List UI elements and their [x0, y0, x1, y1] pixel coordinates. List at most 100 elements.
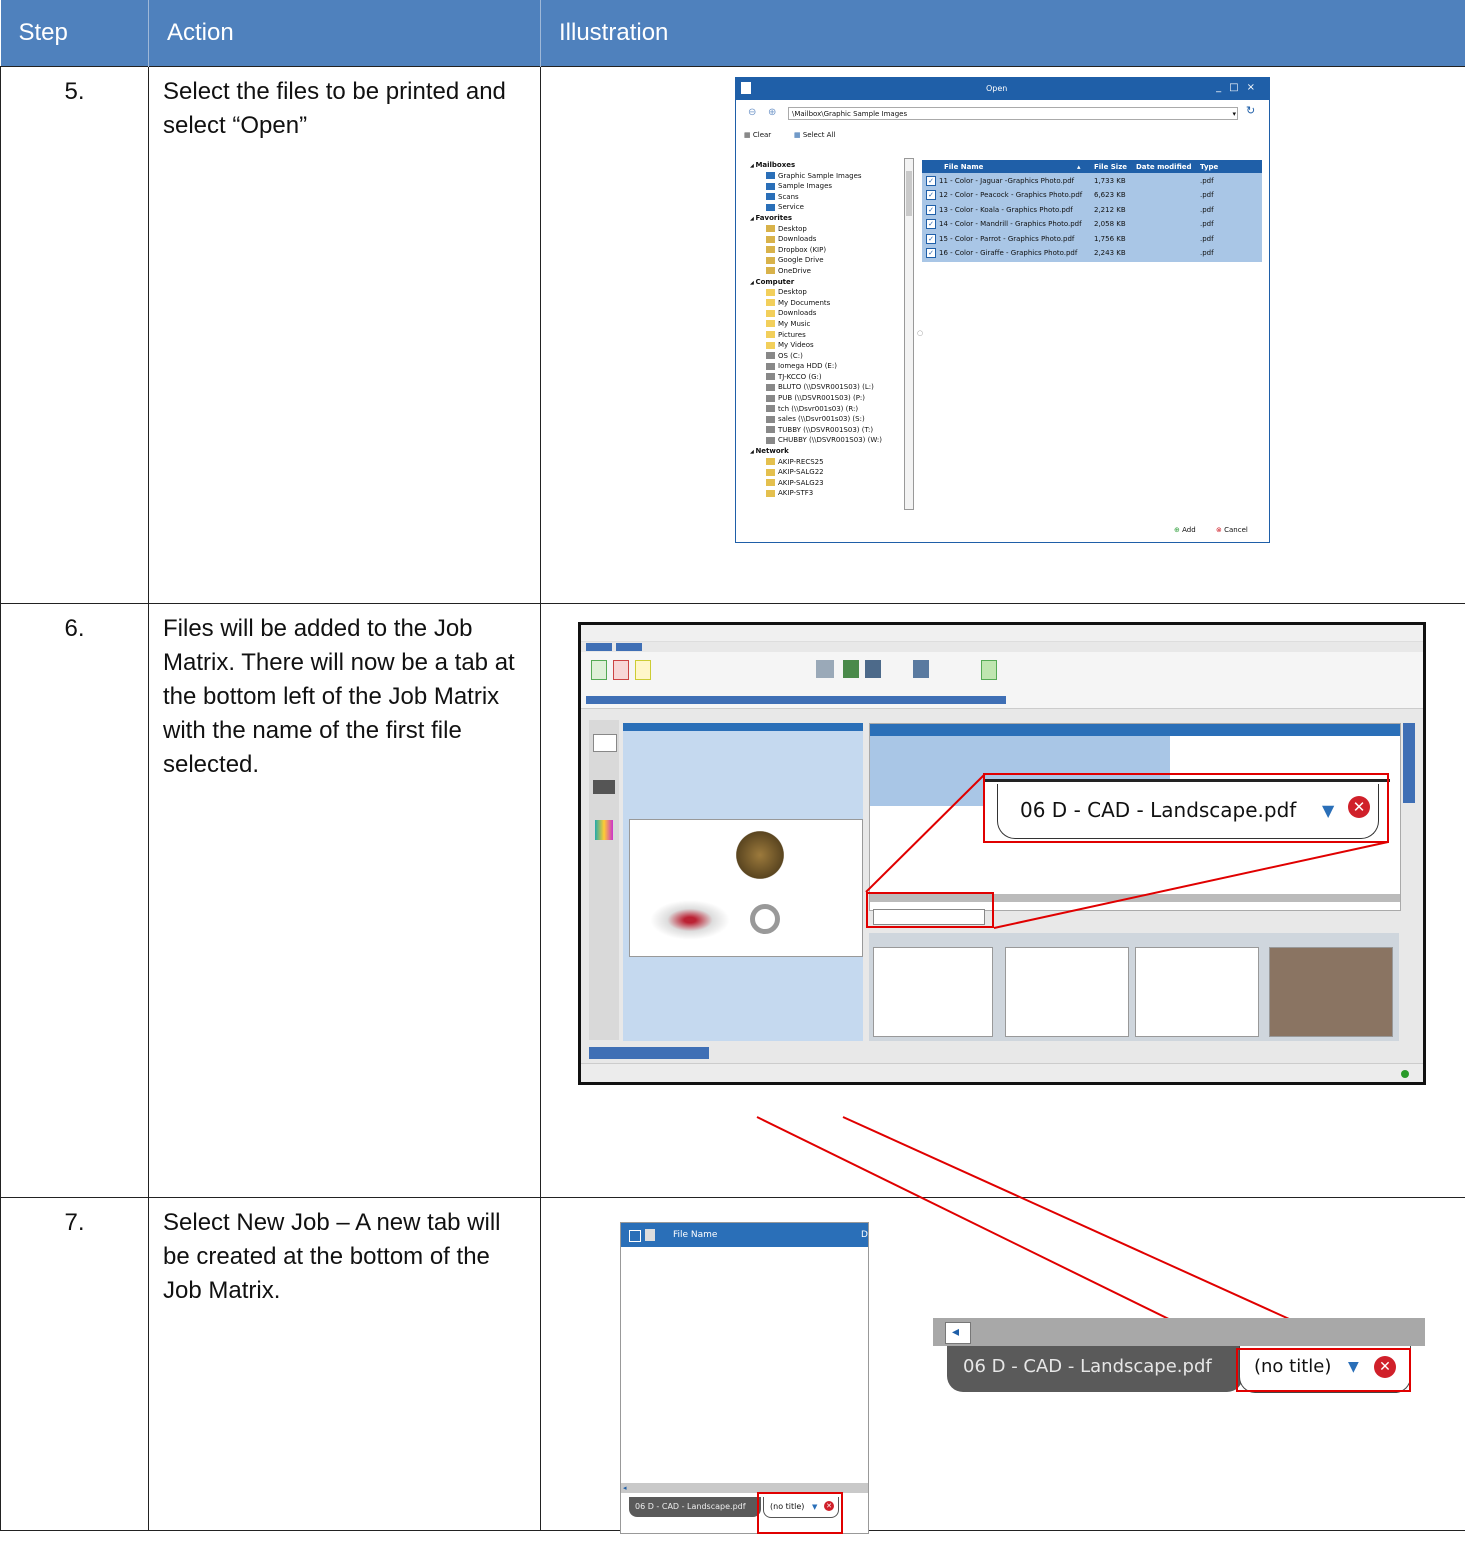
tree-item[interactable]: Downloads	[746, 234, 914, 245]
thumbnail[interactable]	[1269, 947, 1393, 1037]
tree-item[interactable]: Dropbox (KIP)	[746, 245, 914, 256]
file-row[interactable]: ✓ 16 - Color - Giraffe - Graphics Photo.p…	[922, 247, 1262, 261]
refresh-icon[interactable]: ↻	[1246, 105, 1255, 116]
new-icon[interactable]	[635, 660, 651, 680]
tree-item[interactable]: sales (\\Dsvr001s03) (S:)	[746, 414, 914, 425]
tree-item[interactable]: My Documents	[746, 298, 914, 309]
dialog-title: Open	[986, 84, 1008, 93]
list-header-label[interactable]: File Name	[673, 1230, 717, 1240]
forward-button[interactable]: ⊕	[768, 108, 776, 118]
col-file-size[interactable]: File Size	[1094, 162, 1127, 172]
add-icon[interactable]	[591, 660, 607, 680]
tree-item-label: Pictures	[778, 330, 806, 339]
tree-item-label: Downloads	[778, 309, 817, 318]
tree-item[interactable]: BLUTO (\\DSVR001S03) (L:)	[746, 382, 914, 393]
tree-item[interactable]: Google Drive	[746, 255, 914, 266]
scroll-left-icon[interactable]: ◂	[623, 1483, 627, 1493]
add-button[interactable]: ⊕ Add	[1174, 525, 1196, 535]
checkbox-checked-icon[interactable]: ✓	[926, 233, 936, 244]
tree-item[interactable]: My Music	[746, 319, 914, 330]
folder-tree[interactable]: ◢ Mailboxes Graphic Sample Images Sample I…	[746, 160, 914, 510]
tree-item[interactable]: AKIP-SALG22	[746, 467, 914, 478]
job-tab-existing[interactable]: 06 D - CAD - Landscape.pdf	[629, 1497, 761, 1517]
cube-green-icon[interactable]	[843, 660, 859, 678]
tree-item[interactable]: AKIP-RECS25	[746, 457, 914, 468]
tree-item[interactable]: Graphic Sample Images	[746, 171, 914, 182]
col-type[interactable]: Type	[1200, 162, 1218, 172]
checkbox-checked-icon[interactable]: ✓	[926, 176, 936, 186]
path-field[interactable]: \Mailbox\Graphic Sample Images ▾	[788, 107, 1238, 120]
zoom-tab-existing[interactable]: 06 D - CAD - Landscape.pdf	[947, 1346, 1243, 1392]
splitter-handle[interactable]: ○	[917, 328, 923, 338]
scroll-left-button[interactable]: ◂	[945, 1322, 971, 1344]
tree-item[interactable]: tch (\\Dsvr001s03) (R:)	[746, 404, 914, 415]
tree-item-label: My Videos	[778, 341, 814, 350]
chevron-down-icon[interactable]: ▾	[1232, 109, 1236, 119]
tree-item[interactable]: Desktop	[746, 287, 914, 298]
tree-item[interactable]: Pictures	[746, 330, 914, 341]
clear-button[interactable]: ▦ Clear	[744, 130, 771, 140]
col-file-name[interactable]: File Name	[944, 162, 983, 172]
file-list[interactable]: File Name ▴ File Size Date modified Type…	[922, 160, 1262, 262]
zoom-scrollbar[interactable]: ◂	[933, 1318, 1425, 1346]
ribbon-tab[interactable]	[586, 643, 612, 651]
printer-icon[interactable]	[593, 734, 617, 752]
tree-item[interactable]: Iomega HDD (E:)	[746, 361, 914, 372]
thumbnail[interactable]	[1005, 947, 1129, 1037]
window-controls[interactable]: _□×	[1216, 83, 1263, 93]
select-all-button[interactable]: ▦ Select All	[794, 130, 835, 140]
export-icon[interactable]	[981, 660, 997, 680]
tree-section-heading[interactable]: ◢ Network	[746, 446, 914, 457]
tree-item[interactable]: Service	[746, 202, 914, 213]
drive-icon	[766, 383, 775, 391]
file-type: .pdf	[1200, 248, 1214, 257]
tree-item[interactable]: OneDrive	[746, 266, 914, 277]
file-row[interactable]: ✓ 14 - Color - Mandrill - Graphics Photo.…	[922, 218, 1262, 232]
tree-section-heading[interactable]: ◢ Favorites	[746, 213, 914, 224]
back-button[interactable]: ⊖	[748, 108, 756, 118]
drive-icon	[766, 352, 775, 360]
tree-item[interactable]: Scans	[746, 192, 914, 203]
select-checkbox[interactable]	[629, 1230, 641, 1242]
copy-icon[interactable]	[595, 820, 613, 840]
tree-item[interactable]: AKIP-STF3	[746, 488, 914, 499]
tree-section-heading[interactable]: ◢ Mailboxes	[746, 160, 914, 171]
cube-dark-icon[interactable]	[865, 660, 881, 678]
tree-item[interactable]: Downloads	[746, 308, 914, 319]
ribbon-tab[interactable]	[616, 643, 642, 651]
tree-item[interactable]: CHUBBY (\\DSVR001S03) (W:)	[746, 435, 914, 446]
tree-item[interactable]: Desktop	[746, 224, 914, 235]
file-row[interactable]: ✓ 12 - Color - Peacock - Graphics Photo.p…	[922, 189, 1262, 203]
tree-item[interactable]: My Videos	[746, 340, 914, 351]
stack-icon[interactable]	[913, 660, 929, 678]
file-row[interactable]: ✓ 13 - Color - Koala - Graphics Photo.pdf…	[922, 204, 1262, 218]
cancel-button[interactable]: ⊗ Cancel	[1216, 525, 1248, 535]
checkbox-checked-icon[interactable]: ✓	[926, 190, 936, 201]
tree-section-heading[interactable]: ◢ Computer	[746, 277, 914, 288]
thumbnail[interactable]	[1135, 947, 1259, 1037]
tree-item[interactable]: AKIP-SALG23	[746, 478, 914, 489]
remove-icon[interactable]	[613, 660, 629, 680]
tree-item-label: AKIP-STF3	[778, 489, 814, 498]
checkbox-checked-icon[interactable]: ✓	[926, 204, 936, 215]
tree-item-label: Dropbox (KIP)	[778, 245, 827, 254]
side-tab[interactable]	[1403, 723, 1415, 803]
thumbnail[interactable]	[873, 947, 993, 1037]
drive-icon	[766, 362, 775, 370]
checkbox-checked-icon[interactable]: ✓	[926, 247, 936, 258]
tree-item[interactable]: TJ-KCCO (G:)	[746, 372, 914, 383]
tree-item[interactable]: Sample Images	[746, 181, 914, 192]
tree-item[interactable]: OS (C:)	[746, 351, 914, 362]
file-row[interactable]: ✓ 15 - Color - Parrot - Graphics Photo.pd…	[922, 233, 1262, 247]
file-row[interactable]: ✓ 11 - Color - Jaguar -Graphics Photo.pdf…	[922, 175, 1262, 189]
tree-item[interactable]: PUB (\\DSVR001S03) (P:)	[746, 393, 914, 404]
tree-scrollbar[interactable]	[904, 158, 914, 510]
step-action: Files will be added to the Job Matrix. T…	[148, 603, 541, 1198]
tree-item[interactable]: TUBBY (\\DSVR001S03) (T:)	[746, 425, 914, 436]
scroll-thumb[interactable]	[906, 171, 912, 216]
scan-icon[interactable]	[593, 780, 615, 794]
col-date-modified[interactable]: Date modified	[1136, 162, 1192, 172]
file-name: 16 - Color - Giraffe - Graphics Photo.pd…	[939, 248, 1078, 257]
stamp-icon[interactable]	[816, 660, 834, 678]
checkbox-checked-icon[interactable]: ✓	[926, 219, 936, 230]
